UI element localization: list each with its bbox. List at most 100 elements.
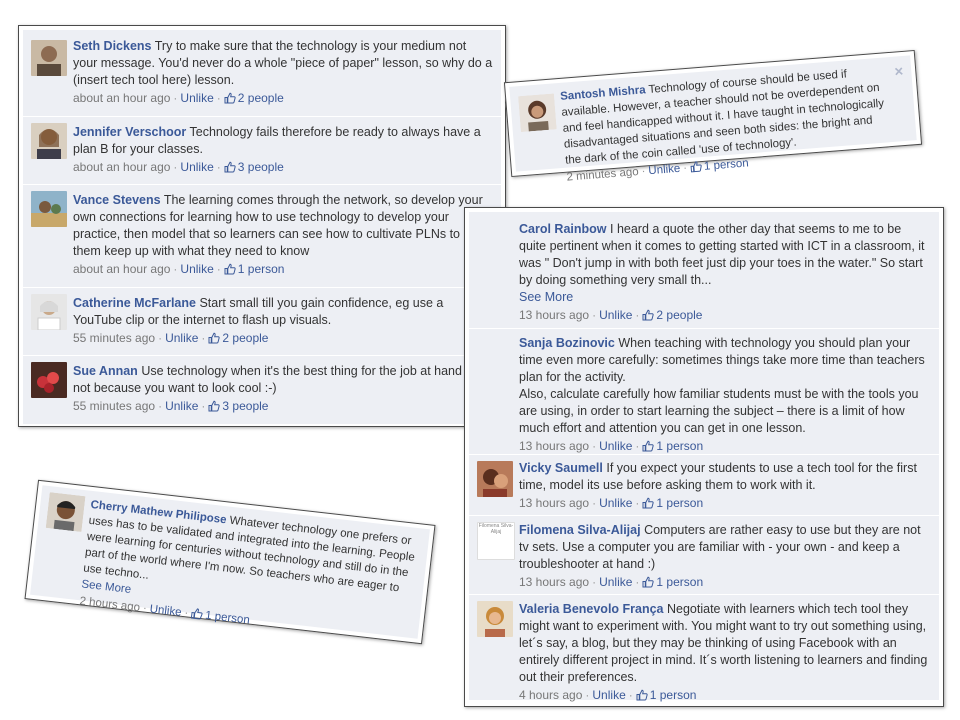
comment-panel-4: Carol Rainbow I heard a quote the other … [464,207,944,707]
comment-body: Seth Dickens Try to make sure that the t… [73,38,493,89]
author-link[interactable]: Sue Annan [73,364,138,378]
avatar[interactable] [31,191,67,227]
author-link[interactable]: Seth Dickens [73,39,152,53]
author-link[interactable]: Santosh Mishra [560,84,646,103]
author-link[interactable]: Carol Rainbow [519,222,607,236]
separator: · [216,262,221,276]
thumbs-up-icon [224,92,236,104]
comment-panel-3: Cherry Mathew Philipose Whatever technol… [24,479,436,645]
thumbs-up-icon [690,160,703,173]
likes-count-link[interactable]: 3 people [238,160,284,174]
timestamp: 55 minutes ago [73,399,156,413]
avatar[interactable] [31,294,67,330]
unlike-link[interactable]: Unlike [648,163,681,177]
thumbs-up-icon [224,161,236,173]
close-icon[interactable]: × [894,63,904,81]
author-link[interactable]: Vicky Saumell [519,461,603,475]
unlike-link[interactable]: Unlike [180,91,213,105]
separator: · [635,439,640,453]
avatar[interactable] [31,362,67,398]
unlike-link[interactable]: Unlike [599,575,632,589]
likes-count-link[interactable]: 1 person [205,610,251,627]
separator: · [592,439,597,453]
comment-meta: about an hour ago · Unlike · 2 people [73,90,493,107]
timestamp: 55 minutes ago [73,331,156,345]
unlike-link[interactable]: Unlike [599,308,632,322]
unlike-link[interactable]: Unlike [165,399,198,413]
comment-body: Valeria Benevolo França Negotiate with l… [519,601,931,686]
timestamp: 13 hours ago [519,496,590,510]
comment-body: Filomena Silva-Alijaj Computers are rath… [519,522,931,573]
comment-body: Vance Stevens The learning comes through… [73,192,493,260]
unlike-link[interactable]: Unlike [592,688,625,702]
unlike-link[interactable]: Unlike [165,331,198,345]
comment-item: Filomena Silva-Alijaj Filomena Silva-Ali… [469,516,939,595]
unlike-link[interactable]: Unlike [180,160,213,174]
avatar[interactable] [477,461,513,497]
separator: · [592,496,597,510]
unlike-link[interactable]: Unlike [149,603,182,619]
author-link[interactable]: Valeria Benevolo França [519,602,664,616]
separator: · [635,496,640,510]
timestamp: 4 hours ago [519,688,583,702]
likes-count-link[interactable]: 2 people [656,308,702,322]
thumbs-up-icon [208,400,220,412]
separator: · [635,575,640,589]
comment-item: Carol Rainbow I heard a quote the other … [469,212,939,329]
comment-panel-2: × Santosh Mishra Technology of course sh… [503,49,923,184]
separator: · [142,602,148,615]
comment-item: Sanja Bozinovic When teaching with techn… [469,329,939,455]
unlike-link[interactable]: Unlike [180,262,213,276]
timestamp: 13 hours ago [519,308,590,322]
likes-count-link[interactable]: 1 person [650,688,697,702]
comment-item: Valeria Benevolo França Negotiate with l… [469,595,939,702]
comment-body: Vicky Saumell If you expect your student… [519,460,931,494]
likes-count-link[interactable]: 1 person [656,439,703,453]
thumbs-up-icon [642,440,654,452]
comment-item: Sue Annan Use technology when it's the b… [23,356,501,424]
comment-item: Seth Dickens Try to make sure that the t… [23,30,501,117]
likes-count-link[interactable]: 1 person [656,496,703,510]
separator: · [173,262,178,276]
likes-count-link[interactable]: 1 person [704,157,750,172]
comment-body: Catherine McFarlane Start small till you… [73,295,493,329]
unlike-link[interactable]: Unlike [599,496,632,510]
avatar[interactable] [45,492,86,532]
comment-body: Sue Annan Use technology when it's the b… [73,363,493,397]
separator: · [628,688,633,702]
separator: · [173,160,178,174]
avatar[interactable] [477,601,513,637]
likes-count-link[interactable]: 2 people [222,331,268,345]
see-more-link[interactable]: See More [519,289,931,306]
separator: · [635,308,640,322]
author-link[interactable]: Catherine McFarlane [73,296,196,310]
author-link[interactable]: Jennifer Verschoor [73,125,186,139]
likes-count-link[interactable]: 3 people [222,399,268,413]
thumbs-up-icon [642,497,654,509]
timestamp: about an hour ago [73,262,171,276]
avatar[interactable] [31,40,67,76]
unlike-link[interactable]: Unlike [599,439,632,453]
separator: · [216,160,221,174]
likes-count-link[interactable]: 2 people [238,91,284,105]
avatar[interactable]: Filomena Silva-Alijaj [477,522,515,560]
comment-body: Jennifer Verschoor Technology fails ther… [73,124,493,158]
avatar[interactable] [518,93,557,133]
separator: · [592,575,597,589]
author-link[interactable]: Vance Stevens [73,193,161,207]
separator: · [682,162,688,175]
avatar[interactable] [31,123,67,159]
separator: · [201,331,206,345]
thumbs-up-icon [642,576,654,588]
thumbs-up-icon [191,607,204,620]
likes-count-link[interactable]: 1 person [238,262,285,276]
comment-meta: 13 hours ago · Unlike · 1 person [519,574,931,591]
timestamp: 2 minutes ago [566,166,640,184]
author-link[interactable]: Filomena Silva-Alijaj [519,523,641,537]
thumbs-up-icon [224,263,236,275]
likes-count-link[interactable]: 1 person [656,575,703,589]
author-link[interactable]: Sanja Bozinovic [519,336,615,350]
separator: · [585,688,590,702]
thumbs-up-icon [208,332,220,344]
separator: · [592,308,597,322]
